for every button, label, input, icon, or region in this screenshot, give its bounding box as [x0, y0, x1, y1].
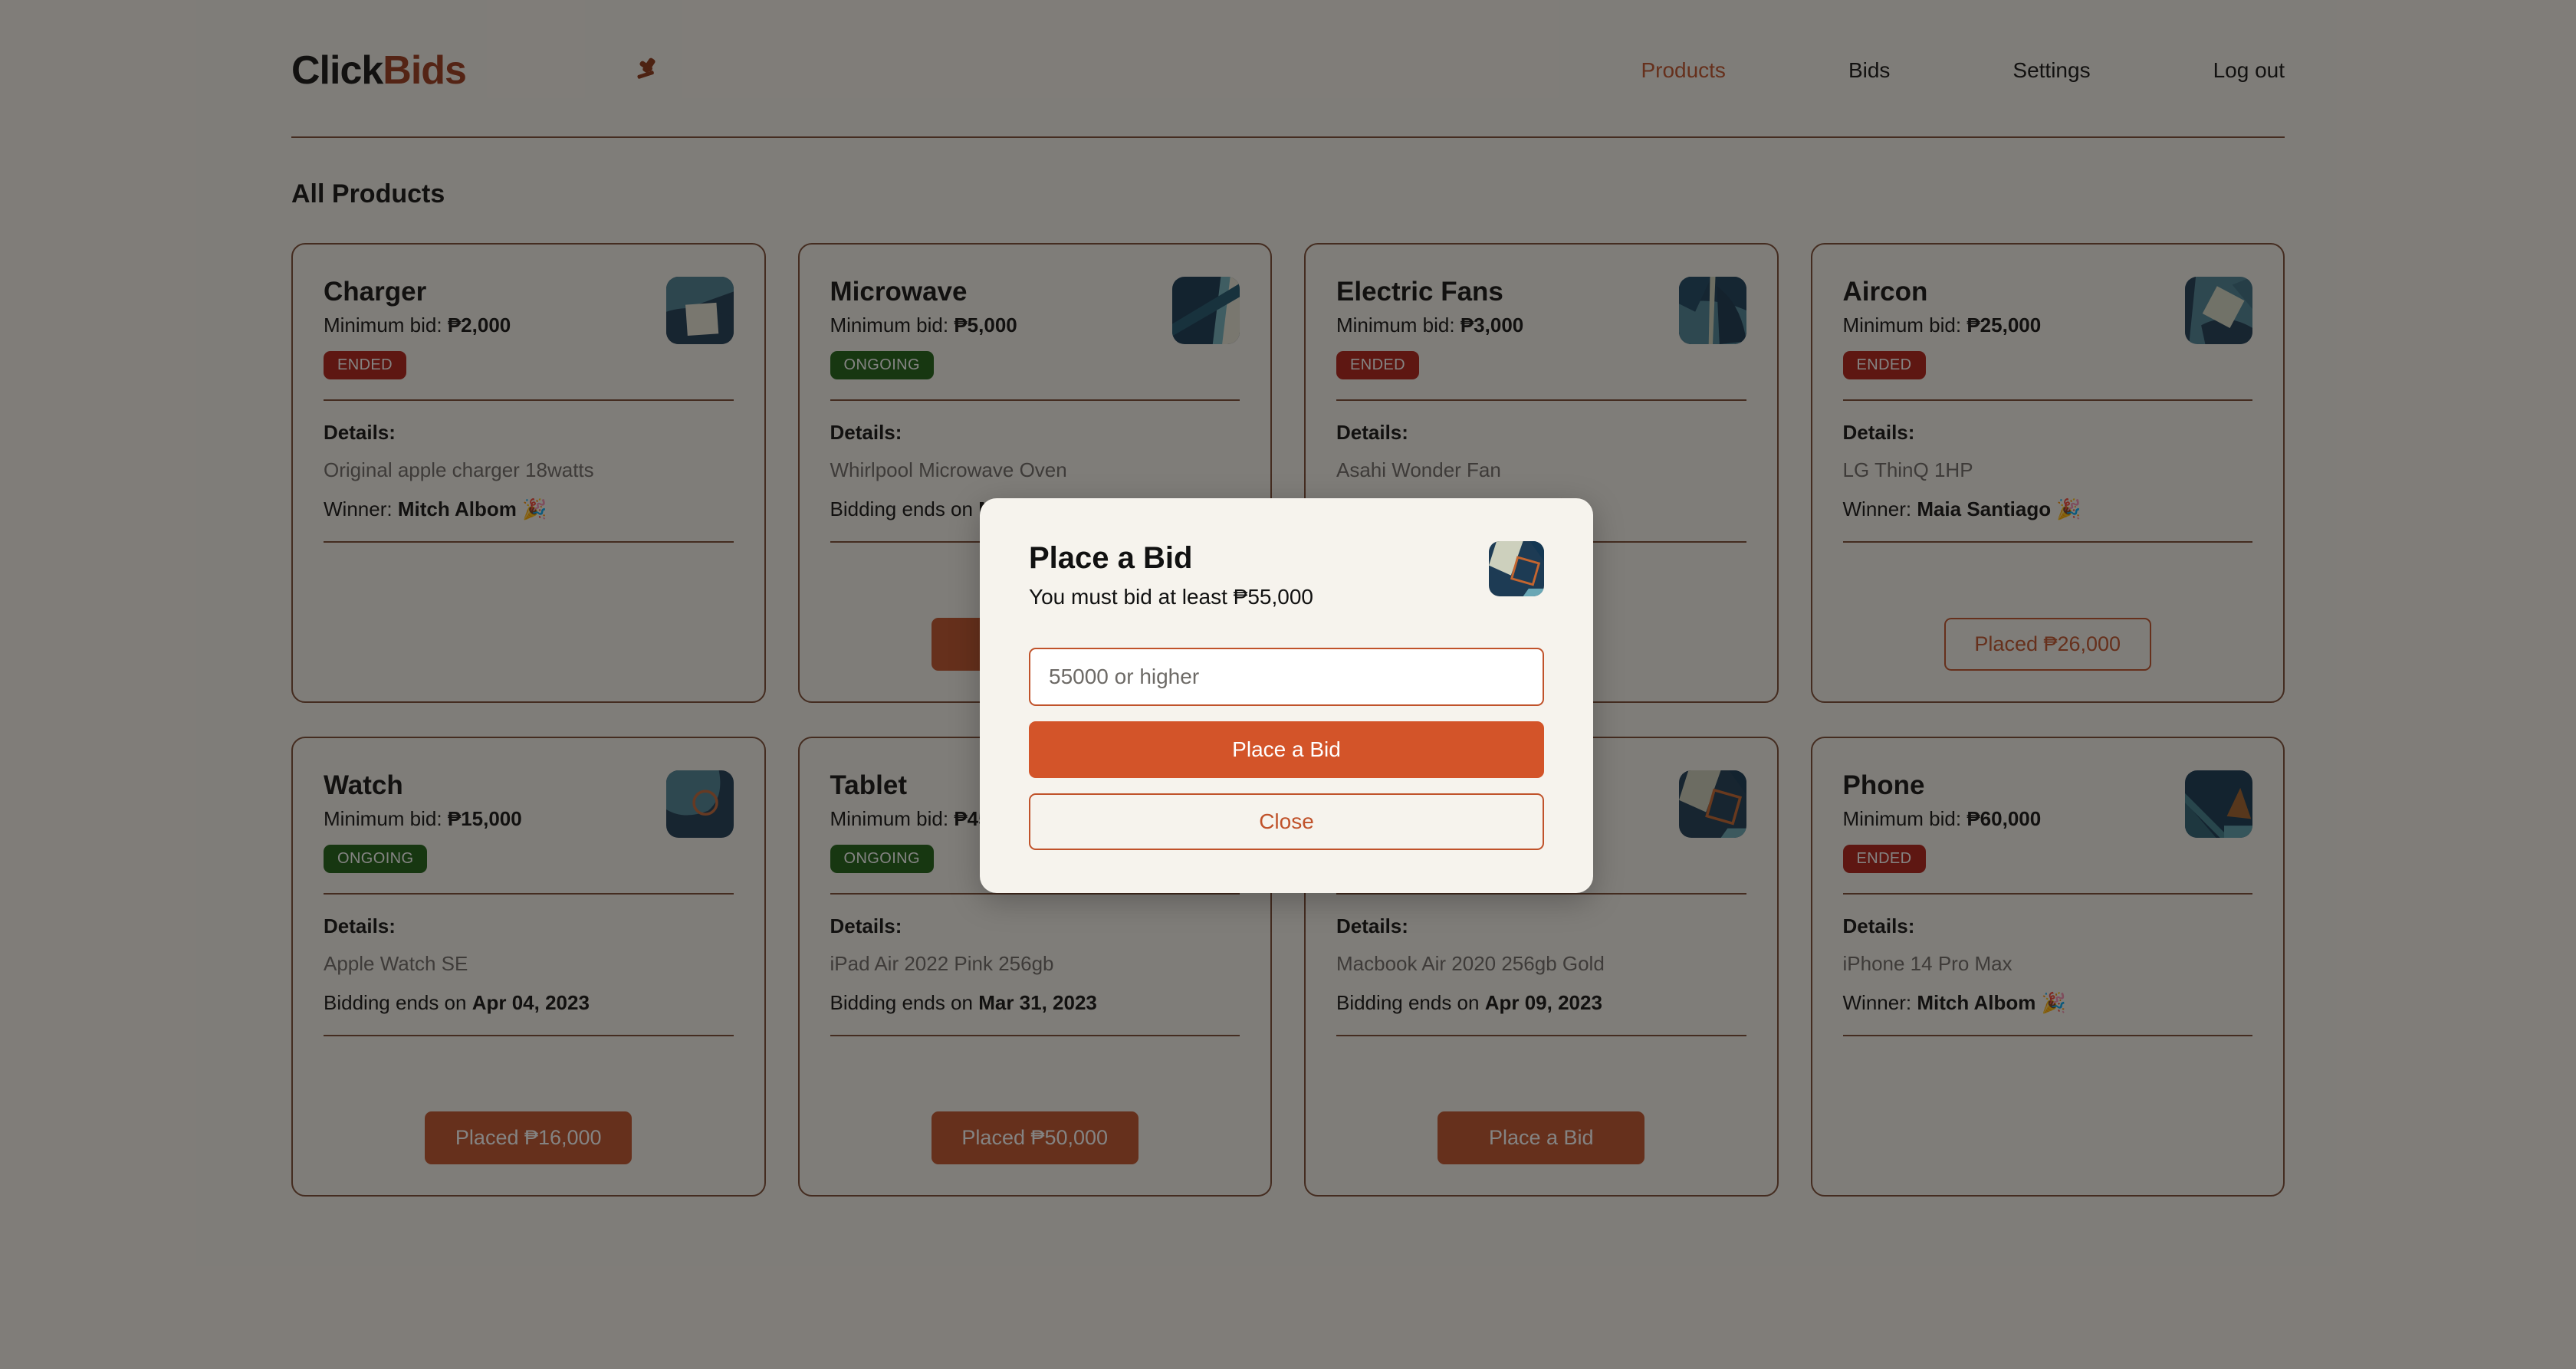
modal-close-button[interactable]: Close	[1029, 793, 1544, 850]
modal-title: Place a Bid	[1029, 541, 1193, 575]
modal-product-thumbnail	[1489, 541, 1544, 596]
modal-place-bid-button[interactable]: Place a Bid	[1029, 721, 1544, 778]
bid-amount-input[interactable]	[1029, 648, 1544, 706]
modal-subtitle: You must bid at least ₱55,000	[1029, 585, 1313, 609]
place-bid-modal: Place a Bid You must bid at least ₱55,00…	[980, 498, 1593, 893]
